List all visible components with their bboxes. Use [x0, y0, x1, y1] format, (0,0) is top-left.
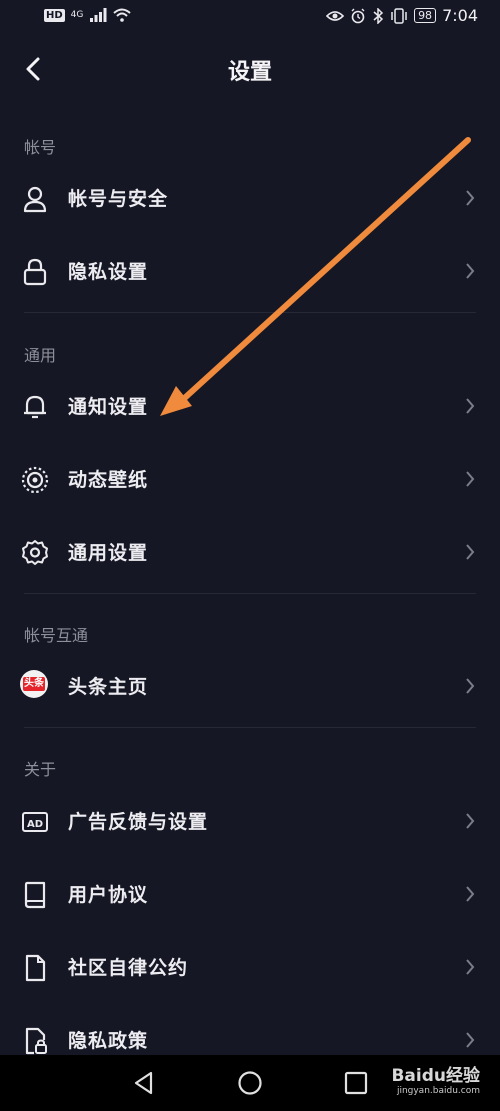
user-icon: [23, 186, 47, 213]
settings-item-ad-feedback[interactable]: AD 广告反馈与设置: [0, 785, 500, 857]
privacy-document-icon: [25, 1027, 47, 1055]
settings-item-label: 动态壁纸: [68, 469, 149, 491]
gear-icon: [22, 540, 48, 565]
settings-item-label: 隐私政策: [68, 1030, 149, 1052]
nav-home-icon[interactable]: [236, 1069, 264, 1097]
settings-item-account-security[interactable]: 帐号与安全: [0, 162, 500, 234]
network-type: 4G: [70, 10, 84, 20]
section-label-general: 通用: [24, 346, 57, 365]
book-icon: [24, 881, 46, 909]
document-icon: [25, 954, 46, 982]
chevron-right-icon: [466, 398, 475, 414]
chevron-right-icon: [466, 1032, 475, 1048]
settings-item-label: 通用设置: [68, 542, 149, 564]
svg-text:AD: AD: [27, 819, 43, 830]
chevron-right-icon: [466, 959, 475, 975]
baidu-jingyan-watermark: Baidu经验 jingyan.baidu.com: [391, 1061, 480, 1096]
chevron-right-icon: [466, 813, 475, 829]
chevron-right-icon: [466, 886, 475, 902]
status-right: 98 7:04: [326, 6, 478, 25]
settings-item-toutiao-homepage[interactable]: 头条 头条主页: [0, 650, 500, 722]
nav-back-icon[interactable]: [130, 1069, 158, 1097]
battery-indicator: 98: [414, 8, 437, 23]
settings-item-label: 广告反馈与设置: [68, 811, 209, 833]
alarm-icon: [351, 8, 365, 23]
lock-icon: [23, 258, 47, 286]
chevron-right-icon: [466, 544, 475, 560]
chevron-right-icon: [466, 190, 475, 206]
chevron-right-icon: [466, 471, 475, 487]
signal-icon: [90, 8, 107, 22]
status-bar: HD 4G 98 7:04: [0, 0, 500, 34]
section-label-about: 关于: [24, 760, 57, 779]
settings-item-general-settings[interactable]: 通用设置: [0, 516, 500, 588]
page-title: 设置: [227, 60, 272, 85]
settings-item-privacy-settings[interactable]: 隐私设置: [0, 235, 500, 307]
live-wallpaper-icon: [21, 466, 49, 494]
hd-badge: HD: [44, 8, 65, 22]
chevron-right-icon: [466, 263, 475, 279]
bluetooth-icon: [373, 7, 384, 24]
section-label-linked-accounts: 帐号互通: [24, 626, 89, 645]
settings-item-label: 帐号与安全: [68, 188, 169, 210]
settings-item-user-agreement[interactable]: 用户协议: [0, 858, 500, 930]
toutiao-logo-icon: 头条: [20, 670, 48, 698]
section-divider: [24, 312, 476, 313]
watermark-url: jingyan.baidu.com: [396, 1086, 480, 1096]
toutiao-badge-text: 头条: [23, 677, 45, 691]
settings-item-label: 用户协议: [68, 884, 149, 906]
section-divider: [24, 727, 476, 728]
eye-icon: [326, 10, 345, 21]
settings-item-notifications[interactable]: 通知设置: [0, 370, 500, 442]
settings-item-privacy-policy[interactable]: 隐私政策: [0, 1004, 500, 1055]
section-divider: [24, 593, 476, 594]
navigation-bar: Baidu经验 jingyan.baidu.com: [0, 1055, 500, 1111]
status-left: HD 4G: [44, 8, 132, 22]
settings-item-label: 隐私设置: [68, 261, 149, 283]
section-label-account: 帐号: [24, 138, 57, 157]
bell-icon: [24, 395, 46, 419]
settings-item-community-guidelines[interactable]: 社区自律公约: [0, 931, 500, 1003]
settings-item-label: 社区自律公约: [68, 957, 189, 979]
wifi-icon: [113, 8, 132, 22]
settings-item-label: 头条主页: [68, 676, 149, 698]
settings-item-label: 通知设置: [68, 396, 149, 418]
settings-item-live-wallpaper[interactable]: 动态壁纸: [0, 443, 500, 515]
nav-recents-icon[interactable]: [342, 1069, 370, 1097]
chevron-right-icon: [466, 678, 475, 694]
ad-icon: AD: [22, 812, 48, 832]
clock: 7:04: [442, 6, 478, 25]
vibrate-icon: [391, 7, 407, 24]
watermark-brand: Baidu经验: [391, 1066, 480, 1086]
app-bar: 设置: [0, 34, 500, 104]
